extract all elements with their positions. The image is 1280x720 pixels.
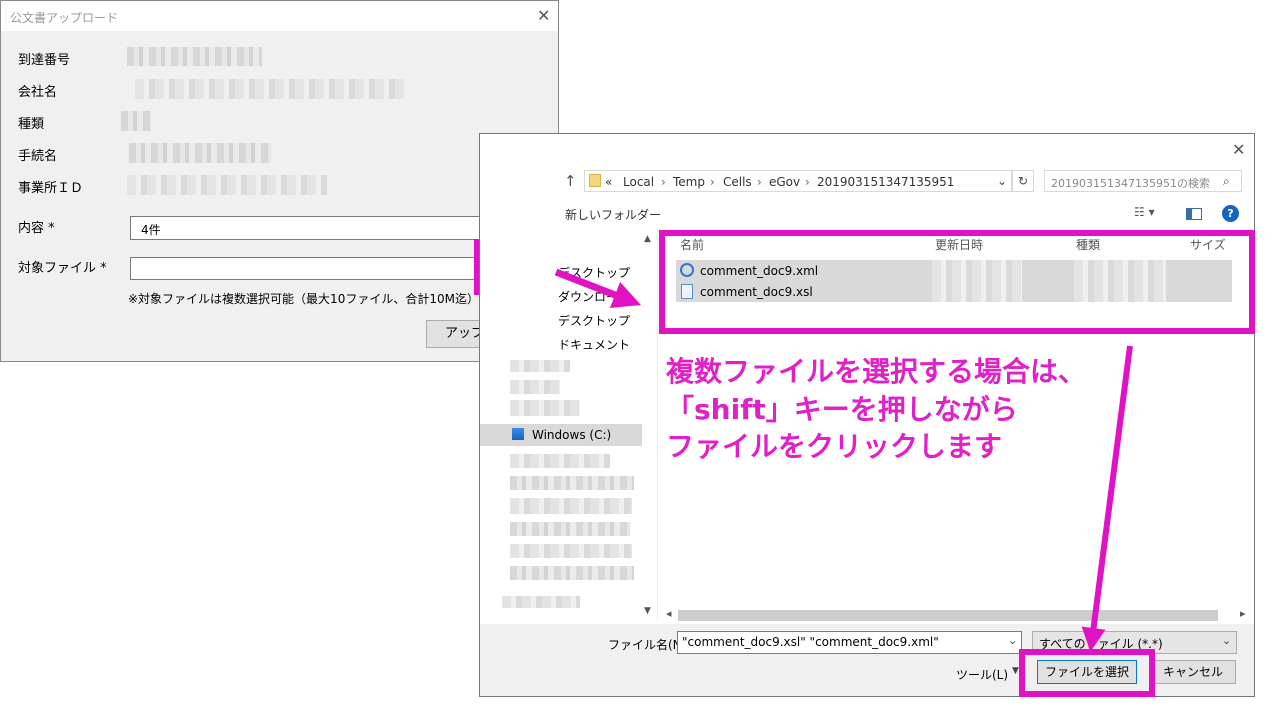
annotation-arrows (554, 268, 1133, 652)
arrow-to-file-list (554, 268, 642, 308)
arrow-to-select-button (1081, 345, 1133, 652)
annotation-line-1: 複数ファイルを選択する場合は、 (666, 355, 1087, 388)
annotation-line-3: ファイルをクリックします (666, 430, 1003, 463)
annotation-line-2: 「shift」キーを押しながら (666, 393, 1018, 426)
